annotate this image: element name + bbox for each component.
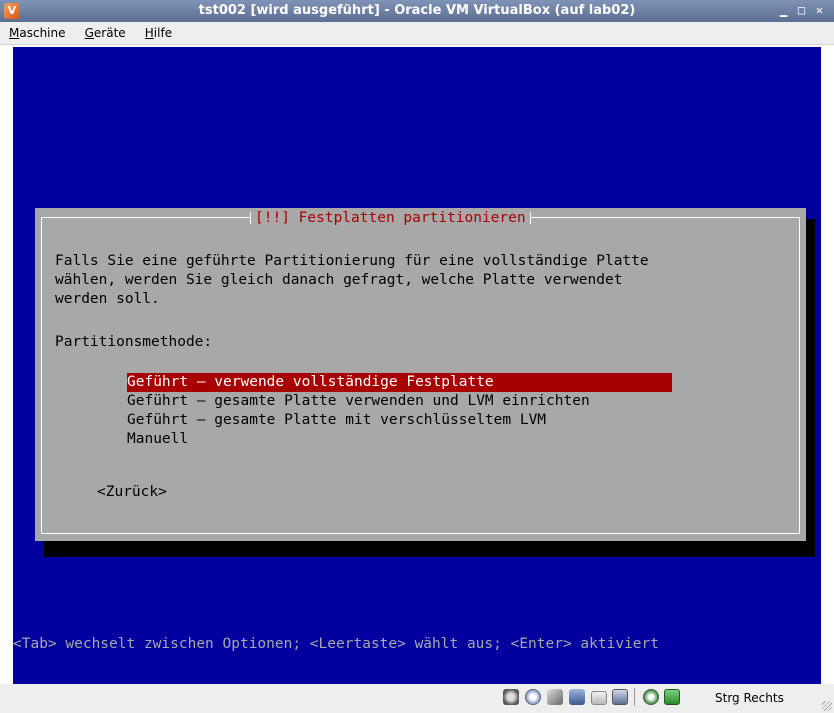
prompt-label: Partitionsmethode: xyxy=(55,334,213,350)
shared-folders-icon[interactable] xyxy=(591,691,607,705)
option-manual[interactable]: Manuell xyxy=(127,430,672,449)
window-title: tst002 [wird ausgeführt] - Oracle VM Vir… xyxy=(198,3,636,18)
display-icon[interactable] xyxy=(612,689,628,705)
usb-icon[interactable] xyxy=(547,689,563,705)
harddisk-icon[interactable] xyxy=(503,689,519,705)
optical-drive-icon[interactable] xyxy=(525,689,541,705)
option-guided-lvm[interactable]: Geführt – gesamte Platte verwenden und L… xyxy=(127,392,672,411)
option-guided-encrypted-lvm[interactable]: Geführt – gesamte Platte mit verschlüsse… xyxy=(127,411,672,430)
menu-geraete[interactable]: Geräte xyxy=(82,22,129,44)
back-button[interactable]: <Zurück> xyxy=(97,482,167,502)
minimize-icon[interactable]: ▁ xyxy=(776,3,791,18)
menu-hilfe[interactable]: Hilfe xyxy=(142,22,175,44)
resize-grip[interactable] xyxy=(822,701,832,711)
status-bar: Strg Rechts xyxy=(0,684,834,713)
vm-screen[interactable]: [!!] Festplatten partitionieren Falls Si… xyxy=(13,47,821,684)
menu-maschine[interactable]: Maschine xyxy=(6,22,69,44)
description-line-2: wählen, werden Sie gleich danach gefragt… xyxy=(55,272,623,288)
option-guided-entire-disk[interactable]: Geführt – verwende vollständige Festplat… xyxy=(127,373,672,392)
close-icon[interactable]: ✕ xyxy=(812,3,827,18)
partition-dialog: [!!] Festplatten partitionieren Falls Si… xyxy=(35,208,806,541)
host-key-label[interactable]: Strg Rechts xyxy=(715,684,784,713)
status-separator xyxy=(634,688,635,706)
help-line: <Tab> wechselt zwischen Optionen; <Leert… xyxy=(13,636,660,652)
mouse-integration-icon[interactable] xyxy=(664,689,680,705)
description-line-3: werden soll. xyxy=(55,291,160,307)
maximize-icon[interactable]: □ xyxy=(794,3,809,18)
dialog-title: [!!] Festplatten partitionieren xyxy=(250,208,531,228)
menu-bar: Maschine Geräte Hilfe xyxy=(0,22,834,45)
description-line-1: Falls Sie eine geführte Partitionierung … xyxy=(55,253,649,269)
guest-additions-icon[interactable] xyxy=(643,689,659,705)
network-icon[interactable] xyxy=(569,689,585,705)
window-titlebar[interactable]: V tst002 [wird ausgeführt] - Oracle VM V… xyxy=(0,0,834,22)
